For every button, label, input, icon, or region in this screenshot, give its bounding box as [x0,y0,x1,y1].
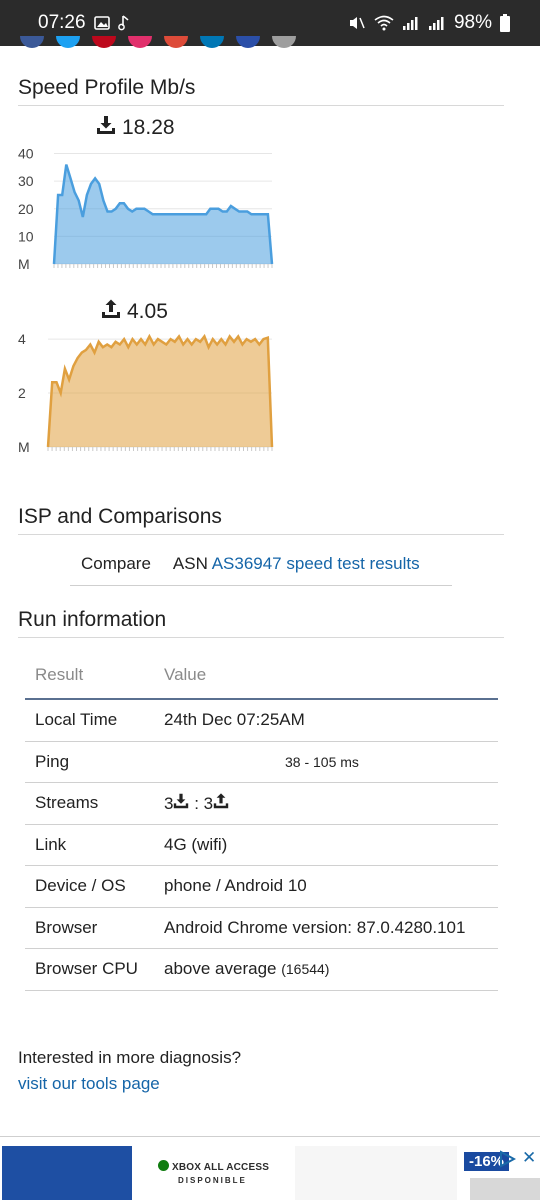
streams-up-count: 3 [203,793,214,813]
social-share-row [20,36,320,48]
y-tick-label: 10 [18,228,34,244]
streams-separator: : [189,793,204,813]
ad-xbox-sub: DISPONIBLE [178,1176,247,1185]
y-tick-label: 20 [18,201,34,217]
upload-speed-value: 4.05 [127,300,168,323]
upload-chart: 4 2 M [18,331,274,455]
col-result-header: Result [25,651,164,700]
isp-heading: ISP and Comparisons [18,505,504,535]
share-button[interactable] [20,36,44,48]
share-button[interactable] [200,36,224,48]
table-row: Browser Android Chrome version: 87.0.428… [25,907,498,949]
ping-label: Ping [25,741,164,783]
table-row: Ping 38 - 105 ms [25,741,498,783]
ad-product-panel [295,1146,457,1200]
table-row: Device / OS phone / Android 10 [25,865,498,908]
table-header-row: Result Value [25,651,498,700]
cpu-label: Browser CPU [25,948,164,991]
streams-label: Streams [25,782,164,825]
link-value: 4G (wifi) [164,824,498,866]
compare-row: Compare ASN AS36947 speed test results [70,543,452,586]
streams-value: 3 : 3 [164,782,498,825]
browser-value: Android Chrome version: 87.0.4280.101 [164,907,498,949]
ad-xbox-text: XBOX ALL ACCESS [171,1162,270,1173]
download-speed-value: 18.28 [122,116,175,139]
ping-value-cell: 38 - 105 ms [164,741,498,783]
table-row: Streams 3 : 3 [25,782,498,825]
browser-label: Browser [25,907,164,949]
speed-profile-heading: Speed Profile Mb/s [18,76,504,106]
compare-value: ASN AS36947 speed test results [173,554,420,574]
run-info-heading: Run information [18,608,504,638]
run-info-table: Result Value Local Time 24th Dec 07:25AM… [25,651,498,991]
link-label: Link [25,824,164,866]
more-diagnosis: Interested in more diagnosis? visit our … [18,1045,241,1097]
ping-value: 38 - 105 ms [285,753,359,770]
y-tick-label: M [18,439,30,455]
y-tick-label: M [18,256,30,272]
share-button[interactable] [272,36,296,48]
col-value-header: Value [164,651,498,700]
download-speed-title: 18.28 [96,115,175,141]
ad-product-image [470,1178,540,1200]
battery-level: 98% [453,12,492,33]
wifi-icon [374,15,394,31]
ad-divider [0,1136,540,1137]
upload-icon [213,793,229,813]
adchoices-icon[interactable] [498,1150,517,1173]
clock: 07:26 [38,12,86,33]
table-row: Link 4G (wifi) [25,824,498,866]
y-tick-label: 2 [18,385,26,401]
asn-prefix: ASN [172,554,208,573]
share-button[interactable] [56,36,80,48]
cpu-value-cell: above average (16544) [164,948,498,991]
music-note-icon [117,15,130,31]
cpu-score: (16544) [281,961,330,978]
upload-icon [101,299,121,325]
local-time-label: Local Time [25,699,164,742]
download-icon [173,793,189,813]
upload-speed-title: 4.05 [101,299,168,325]
mute-icon [348,15,366,31]
y-tick-label: 4 [18,331,26,347]
local-time-value: 24th Dec 07:25AM [164,699,498,742]
share-button[interactable] [92,36,116,48]
image-icon [93,16,110,30]
xbox-icon [158,1160,169,1171]
y-tick-label: 40 [18,146,34,162]
y-tick-label: 30 [18,173,34,189]
compare-label: Compare [81,554,151,573]
share-button[interactable] [236,36,260,48]
ad-close-icon[interactable]: ✕ [522,1148,536,1168]
tools-page-link[interactable]: visit our tools page [18,1074,160,1093]
asn-results-link[interactable]: AS36947 speed test results [212,554,420,573]
signal-icon-2 [428,15,446,31]
ad-banner[interactable]: XBOX ALL ACCESS DISPONIBLE -16% ✕ [0,1146,540,1200]
signal-icon [402,15,420,31]
more-diagnosis-text: Interested in more diagnosis? [18,1048,242,1067]
share-button[interactable] [164,36,188,48]
ad-xbox-logo: XBOX ALL ACCESS DISPONIBLE [158,1160,270,1185]
download-icon [96,115,116,141]
device-label: Device / OS [25,865,164,908]
share-button[interactable] [128,36,152,48]
download-chart: 40 30 20 10 M [18,146,274,272]
cpu-value: above average [164,959,277,979]
device-value: phone / Android 10 [164,865,498,908]
table-row: Local Time 24th Dec 07:25AM [25,699,498,742]
table-row: Browser CPU above average (16544) [25,948,498,991]
ad-image-panel [2,1146,132,1200]
battery-icon [500,14,510,32]
